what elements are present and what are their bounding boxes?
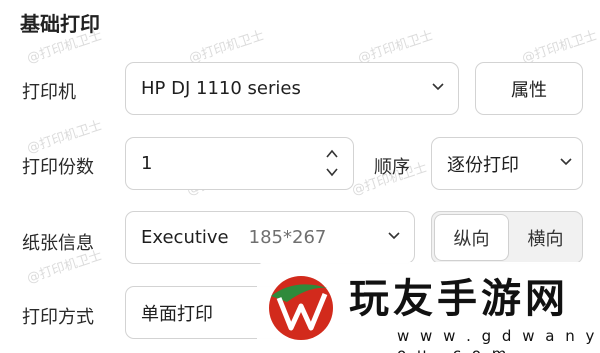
logo-name: 玩友手游网 bbox=[349, 276, 569, 322]
copies-value: 1 bbox=[141, 153, 153, 174]
copies-label: 打印份数 bbox=[22, 157, 94, 178]
number-stepper[interactable] bbox=[325, 146, 339, 180]
chevron-down-icon bbox=[560, 155, 572, 167]
watermark: @打印机卫士 bbox=[25, 118, 105, 157]
orientation-landscape[interactable]: 横向 bbox=[509, 212, 582, 263]
order-select[interactable]: 逐份打印 bbox=[431, 137, 583, 190]
watermark: @打印机卫士 bbox=[356, 28, 436, 67]
paper-label: 纸张信息 bbox=[22, 233, 94, 254]
stepper-down-icon bbox=[326, 168, 338, 177]
orientation-portrait[interactable]: 纵向 bbox=[434, 214, 509, 261]
order-value: 逐份打印 bbox=[447, 154, 519, 176]
printer-select[interactable]: HP DJ 1110 series bbox=[125, 62, 459, 115]
logo-mark-icon bbox=[269, 276, 333, 340]
watermark: @打印机卫士 bbox=[187, 28, 267, 67]
chevron-down-icon bbox=[432, 80, 444, 92]
print-mode-value: 单面打印 bbox=[141, 303, 213, 325]
paper-select[interactable]: Executive 185*267 bbox=[125, 211, 415, 264]
logo-url: w w w . g d w a n y o u . c o m bbox=[397, 327, 598, 353]
watermark: @打印机卫士 bbox=[520, 28, 600, 67]
paper-size-dims: 185*267 bbox=[248, 227, 327, 248]
order-label: 顺序 bbox=[374, 157, 410, 178]
paper-size-name: Executive bbox=[141, 227, 229, 248]
chevron-down-icon bbox=[388, 229, 400, 241]
printer-label: 打印机 bbox=[22, 82, 76, 103]
orientation-toggle: 纵向 横向 bbox=[431, 211, 583, 264]
printer-value: HP DJ 1110 series bbox=[141, 78, 301, 99]
site-logo: 玩友手游网 w w w . g d w a n y o u . c o m bbox=[257, 262, 600, 353]
properties-button[interactable]: 属性 bbox=[475, 62, 583, 115]
stepper-up-icon bbox=[326, 149, 338, 158]
copies-input[interactable]: 1 bbox=[125, 137, 354, 190]
print-mode-label: 打印方式 bbox=[22, 307, 94, 328]
